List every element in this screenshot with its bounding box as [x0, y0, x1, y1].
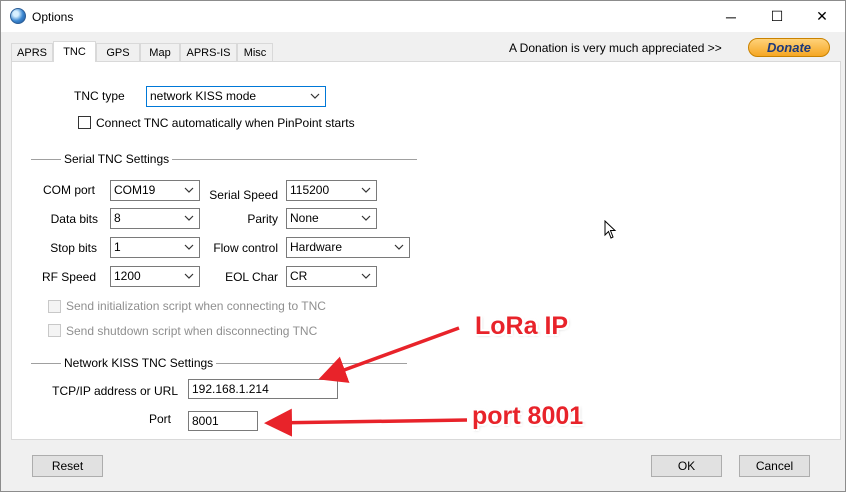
address-label: TCP/IP address or URL: [52, 384, 178, 398]
tab-aprs-is[interactable]: APRS-IS: [180, 43, 237, 62]
tab-misc[interactable]: Misc: [237, 43, 273, 62]
chevron-down-icon: [184, 244, 194, 250]
data-bits-label: Data bits: [50, 212, 98, 226]
port-input[interactable]: 8001: [188, 411, 258, 431]
cancel-button[interactable]: Cancel: [739, 455, 810, 477]
tab-tnc[interactable]: TNC: [53, 41, 96, 62]
data-bits-value: 8: [114, 211, 121, 225]
shutdown-script-label: Send shutdown script when disconnecting …: [66, 324, 318, 338]
tnc-type-value: network KISS mode: [150, 89, 257, 103]
stop-bits-value: 1: [114, 240, 121, 254]
com-port-select[interactable]: COM19: [110, 180, 200, 201]
eol-char-select[interactable]: CR: [286, 266, 377, 287]
close-button[interactable]: ✕: [799, 1, 845, 32]
serial-group-title: Serial TNC Settings: [61, 152, 173, 166]
port-annotation: port 8001: [472, 402, 584, 430]
donation-message: A Donation is very much appreciated >>: [509, 41, 722, 55]
data-bits-select[interactable]: 8: [110, 208, 200, 229]
options-window: Options ─ ☐ ✕ APRS TNC GPS Map APRS-IS M…: [0, 0, 846, 492]
flow-control-label: Flow control: [213, 241, 278, 255]
init-script-label: Send initialization script when connecti…: [66, 299, 326, 313]
tnc-type-label: TNC type: [74, 89, 125, 103]
serial-speed-value: 115200: [290, 183, 330, 197]
rf-speed-select[interactable]: 1200: [110, 266, 200, 287]
com-port-label: COM port: [42, 183, 95, 197]
tnc-type-select[interactable]: network KISS mode: [146, 86, 326, 107]
chevron-down-icon: [361, 215, 371, 221]
flow-control-select[interactable]: Hardware: [286, 237, 410, 258]
rf-speed-value: 1200: [114, 269, 141, 283]
auto-connect-checkbox[interactable]: [78, 116, 91, 129]
stop-bits-label: Stop bits: [50, 241, 97, 255]
parity-value: None: [290, 211, 319, 225]
chevron-down-icon: [394, 244, 404, 250]
parity-label: Parity: [247, 212, 278, 226]
chevron-down-icon: [361, 187, 371, 193]
chevron-down-icon: [184, 273, 194, 279]
port-label: Port: [148, 412, 171, 426]
chevron-down-icon: [184, 187, 194, 193]
chevron-down-icon: [184, 215, 194, 221]
auto-connect-label: Connect TNC automatically when PinPoint …: [96, 116, 355, 130]
tab-gps[interactable]: GPS: [96, 43, 140, 62]
app-globe-icon: [10, 8, 26, 24]
eol-char-label: EOL Char: [225, 270, 278, 284]
ok-button[interactable]: OK: [651, 455, 722, 477]
minimize-button[interactable]: ─: [708, 1, 754, 32]
init-script-checkbox[interactable]: [48, 300, 61, 313]
reset-button[interactable]: Reset: [32, 455, 103, 477]
chevron-down-icon: [361, 273, 371, 279]
eol-char-value: CR: [290, 269, 308, 283]
network-group-title: Network KISS TNC Settings: [61, 356, 217, 370]
serial-speed-label: Serial Speed: [209, 188, 278, 202]
mouse-cursor-icon: [604, 220, 617, 239]
donate-button[interactable]: Donate: [748, 38, 830, 57]
tab-aprs[interactable]: APRS: [11, 43, 53, 62]
serial-speed-select[interactable]: 115200: [286, 180, 377, 201]
com-port-value: COM19: [114, 183, 156, 197]
window-title: Options: [32, 10, 74, 24]
shutdown-script-checkbox[interactable]: [48, 324, 61, 337]
title-bar[interactable]: Options ─ ☐ ✕: [1, 1, 845, 32]
chevron-down-icon: [310, 93, 320, 99]
stop-bits-select[interactable]: 1: [110, 237, 200, 258]
flow-control-value: Hardware: [290, 240, 343, 254]
parity-select[interactable]: None: [286, 208, 377, 229]
address-input[interactable]: 192.168.1.214: [188, 379, 338, 399]
maximize-button[interactable]: ☐: [754, 1, 800, 32]
lora-ip-annotation: LoRa IP: [475, 312, 569, 340]
rf-speed-label: RF Speed: [41, 270, 96, 284]
tab-map[interactable]: Map: [140, 43, 180, 62]
